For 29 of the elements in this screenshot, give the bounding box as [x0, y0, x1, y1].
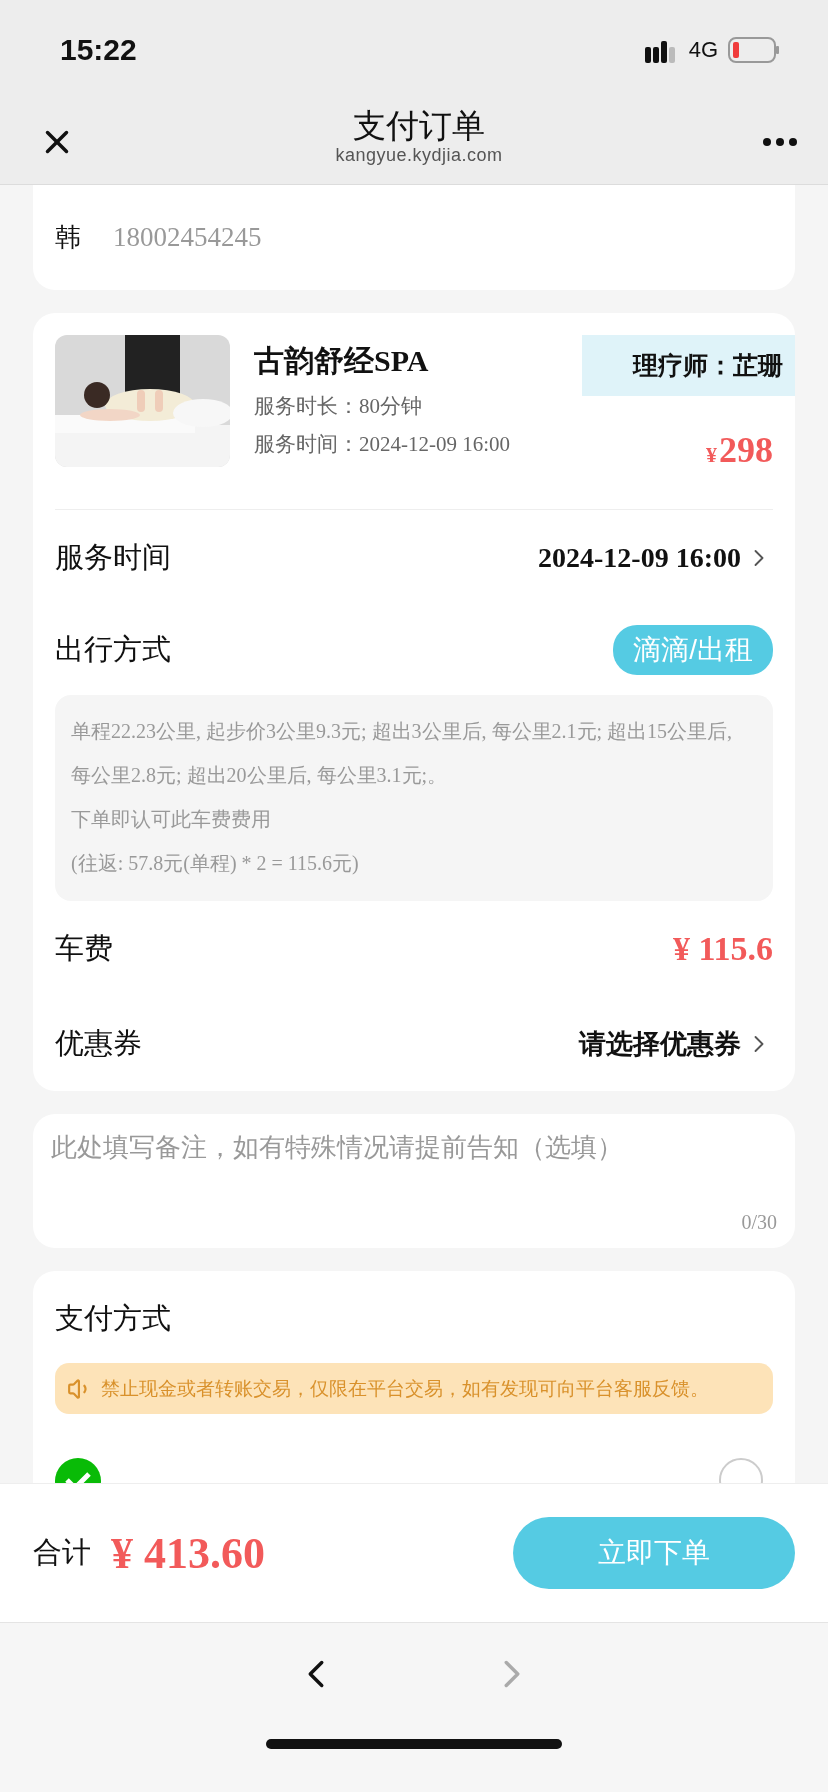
- select-link[interactable]: 请选择优惠券: [579, 1025, 773, 1062]
- service-detail: 服务时长：80分钟: [254, 393, 422, 420]
- row-label: 服务时间: [55, 539, 171, 575]
- fare-amount: ¥ 115.6: [672, 929, 773, 968]
- total-label: 合计: [33, 1535, 91, 1570]
- service-name: 古韵舒经SPA: [254, 343, 429, 379]
- fare-note-text: (往返: 57.8元(单程) * 2 = 115.6元): [71, 851, 360, 877]
- more-icon[interactable]: [762, 137, 798, 147]
- row-label: 车费: [55, 930, 113, 966]
- service-detail: 服务时间：2024-12-09 16:00: [254, 431, 511, 458]
- fare-note-text: 下单即认可此车费费用: [71, 807, 272, 832]
- select-link[interactable]: 2024-12-09 16:00: [538, 541, 773, 574]
- network-label: 4G: [688, 37, 718, 63]
- page-url: kangyue.kydjia.com: [335, 145, 503, 167]
- status-time: 15:22: [60, 33, 137, 67]
- contact-phone: 18002454245: [113, 222, 262, 253]
- total-amount: ¥ 413.60: [111, 1527, 265, 1579]
- service-price: ¥298: [706, 429, 773, 471]
- therapist-tag: 理疗师：芷珊: [582, 335, 795, 396]
- page-title: 支付订单: [353, 105, 485, 146]
- section-title: 支付方式: [55, 1301, 172, 1336]
- char-counter: 0/30: [741, 1211, 777, 1234]
- travel-mode-tag: 滴滴/出租: [613, 625, 773, 675]
- row-label: 出行方式: [55, 632, 171, 667]
- battery-icon: [728, 37, 780, 63]
- notice-text: 禁止现金或者转账交易，仅限在平台交易，如有发现可向平台客服反馈。: [101, 1376, 709, 1401]
- row-label: 优惠券: [55, 1025, 142, 1061]
- contact-name: 韩: [55, 221, 81, 254]
- fare-note-text: 单程22.23公里, 起步价3公里9.3元; 超出3公里后, 每公里2.1元; 超出15公里后, 每公里2.8元; 超出20公里后, 每公里3.1元;。: [71, 719, 734, 788]
